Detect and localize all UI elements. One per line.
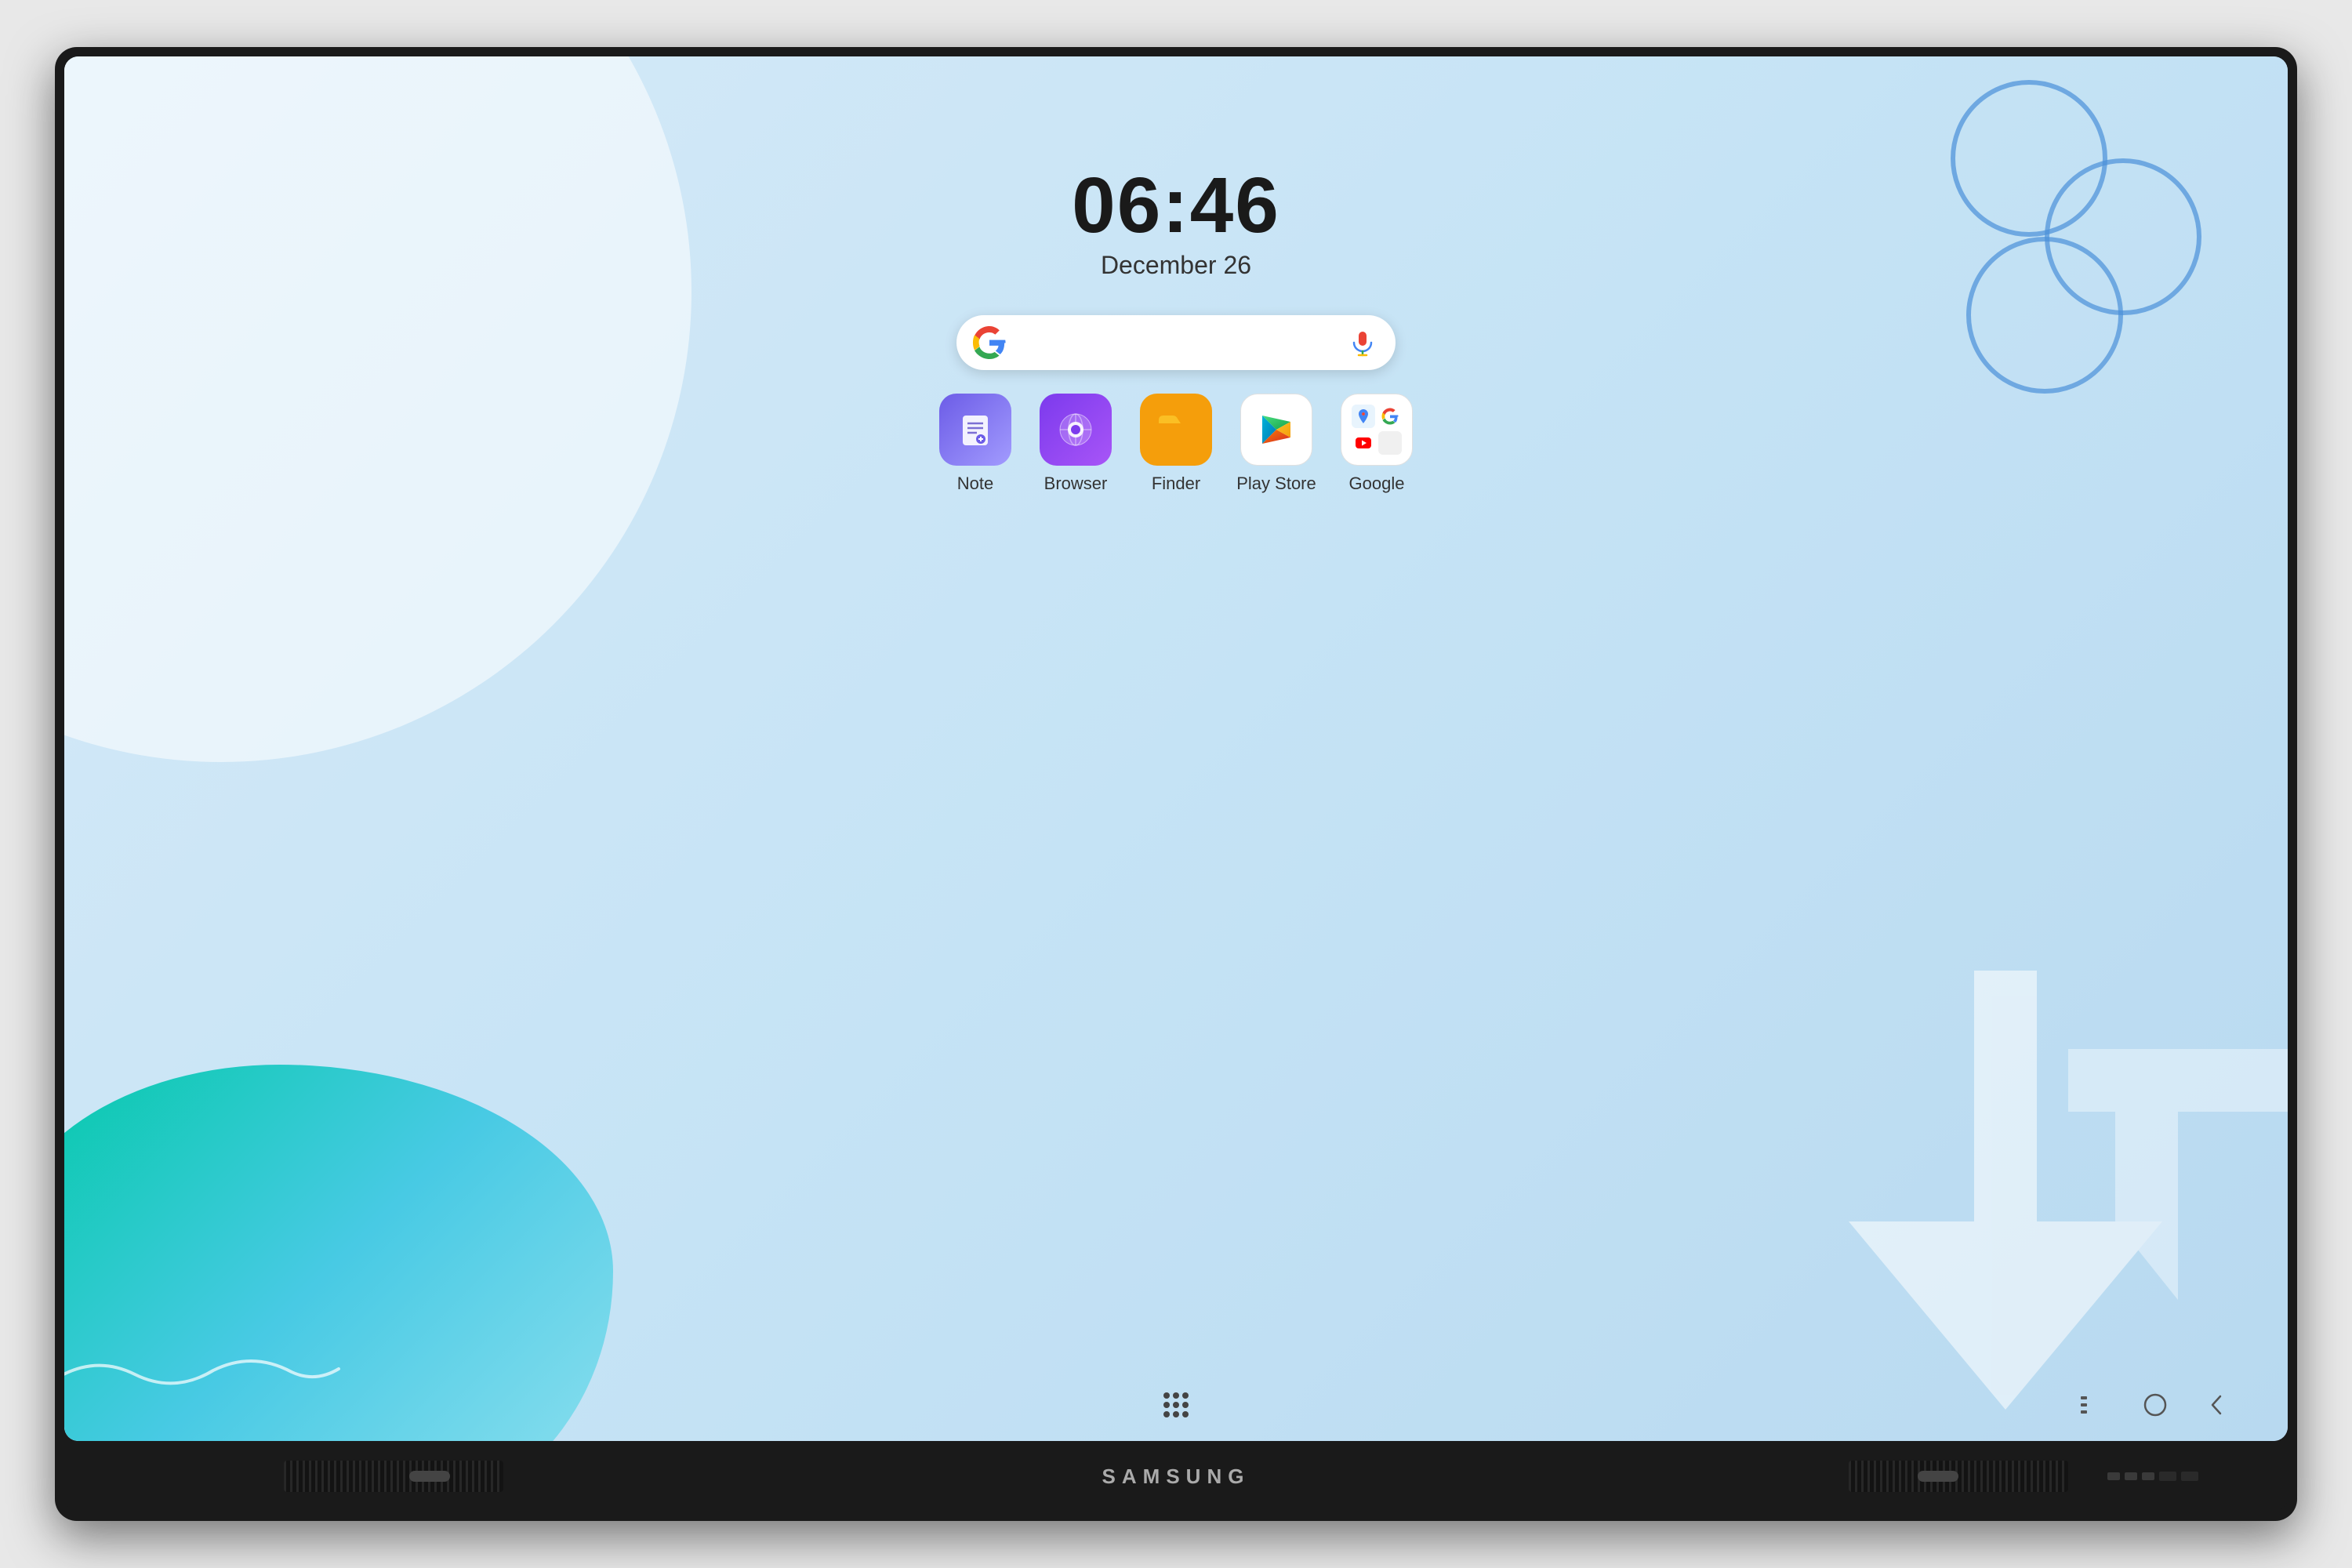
app-google[interactable]: Google — [1338, 394, 1416, 494]
nav-bar — [64, 1392, 2288, 1417]
app-browser[interactable]: Browser — [1036, 394, 1115, 494]
clock: 06:46 December 26 — [1072, 166, 1280, 280]
circles-decoration — [1943, 80, 2241, 409]
google-mini — [1378, 405, 1402, 428]
apps-grid-button[interactable] — [1163, 1392, 1189, 1417]
wallpaper: 06:46 December 26 — [64, 56, 2288, 1441]
bezel-left-buttons — [409, 1471, 450, 1482]
youtube-mini — [1352, 431, 1375, 455]
port-2 — [2125, 1472, 2137, 1480]
maps-mini — [1352, 405, 1375, 428]
recents-button[interactable] — [2081, 1396, 2104, 1414]
browser-label: Browser — [1044, 474, 1108, 494]
nav-right — [2081, 1393, 2225, 1417]
mic-icon[interactable] — [1345, 325, 1380, 360]
bezel-button-left[interactable] — [409, 1471, 450, 1482]
nav-center — [1163, 1392, 1189, 1417]
back-button[interactable] — [2206, 1393, 2225, 1417]
app-finder[interactable]: Finder — [1137, 394, 1215, 494]
speaker-right — [1849, 1461, 2068, 1492]
search-bar[interactable] — [956, 315, 1396, 370]
browser-icon — [1040, 394, 1112, 466]
circle-ring-3 — [1966, 237, 2123, 394]
finder-icon — [1140, 394, 1212, 466]
note-icon — [939, 394, 1011, 466]
home-button[interactable] — [2143, 1393, 2167, 1417]
bezel-button-right[interactable] — [1918, 1471, 1958, 1482]
clock-time: 06:46 — [1072, 166, 1280, 245]
extra-mini — [1378, 431, 1402, 455]
google-folder-icon — [1341, 394, 1413, 466]
playstore-label: Play Store — [1236, 474, 1316, 494]
app-row: Note Browser — [936, 394, 1416, 494]
port-cluster — [2107, 1472, 2264, 1481]
search-input[interactable] — [1007, 315, 1345, 370]
port-3 — [2142, 1472, 2154, 1480]
clock-date: December 26 — [1072, 251, 1280, 280]
app-playstore[interactable]: Play Store — [1237, 394, 1316, 494]
arrow-svg — [1755, 971, 2288, 1441]
google-folder-grid — [1345, 398, 1408, 461]
playstore-icon — [1240, 394, 1312, 466]
finder-label: Finder — [1152, 474, 1200, 494]
blob-decoration — [64, 1065, 613, 1441]
tv-display: 06:46 December 26 — [55, 47, 2297, 1521]
usb-port-2 — [2181, 1472, 2198, 1481]
google-label: Google — [1349, 474, 1405, 494]
note-label: Note — [957, 474, 993, 494]
google-logo — [972, 325, 1007, 360]
tv-bezel-bottom: SAMSUNG — [64, 1441, 2288, 1512]
app-note[interactable]: Note — [936, 394, 1014, 494]
speaker-left — [284, 1461, 503, 1492]
screen: 06:46 December 26 — [64, 56, 2288, 1441]
bezel-right-section — [1918, 1471, 1958, 1482]
arrow-decoration — [1755, 971, 2288, 1441]
usb-port-1 — [2159, 1472, 2176, 1481]
squiggle-decoration — [64, 1347, 347, 1394]
port-1 — [2107, 1472, 2120, 1480]
arc-decoration — [64, 56, 691, 762]
apps-grid-icon — [1163, 1392, 1189, 1417]
samsung-logo: SAMSUNG — [1102, 1465, 1250, 1489]
